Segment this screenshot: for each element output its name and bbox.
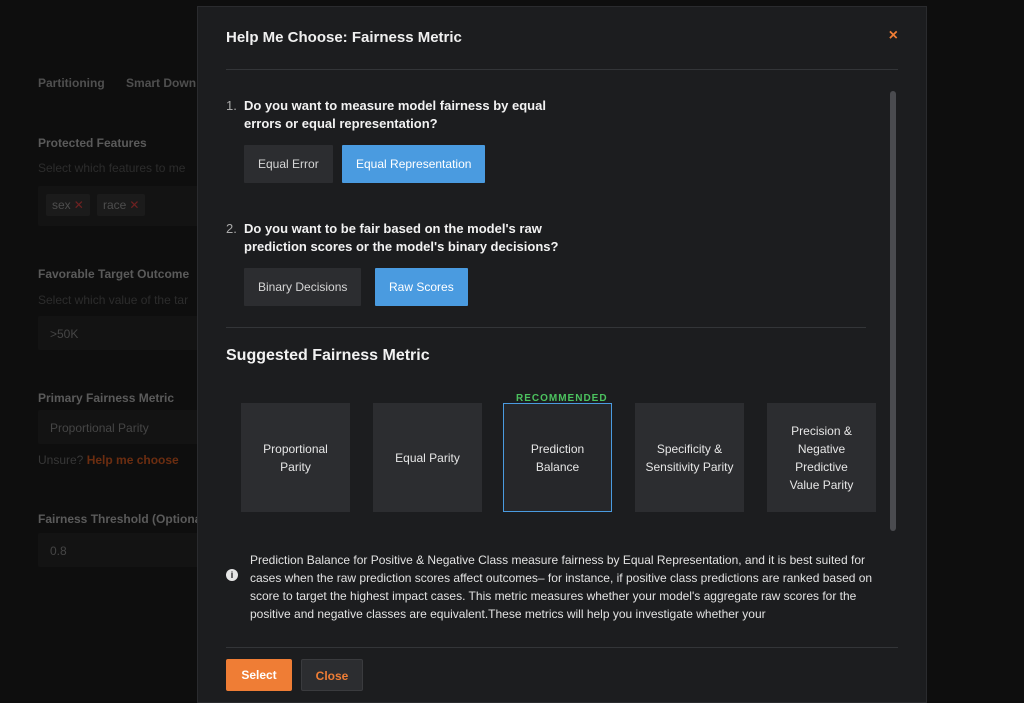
metric-description: Prediction Balance for Positive & Negati… [250,553,873,621]
modal-footer-divider [226,647,898,648]
modal-content[interactable]: 1. Do you want to measure model fairness… [226,69,876,629]
close-button[interactable]: Close [301,659,363,691]
question-1-text: Do you want to measure model fairness by… [244,98,546,131]
card-label: Proportional Parity [263,441,328,474]
option-binary-decisions[interactable]: Binary Decisions [244,268,362,306]
suggested-metric-title: Suggested Fairness Metric [226,347,430,364]
select-button[interactable]: Select [226,659,292,691]
modal-title: Help Me Choose: Fairness Metric [226,29,462,46]
card-specificity-sensitivity-parity[interactable]: Specificity & Sensitivity Parity [635,403,744,512]
card-equal-parity[interactable]: Equal Parity [373,403,482,512]
option-raw-scores[interactable]: Raw Scores [375,268,468,306]
card-label: Specificity & Sensitivity Parity [645,441,734,474]
card-prediction-balance[interactable]: Prediction Balance [503,403,612,512]
card-label: Equal Parity [395,450,460,465]
option-equal-error[interactable]: Equal Error [244,145,333,183]
card-label: Precision & Negative Predictive Value Pa… [789,423,854,492]
info-icon: i [226,569,238,581]
question-1-number: 1. [226,98,237,113]
section-divider [226,327,866,328]
question-2-number: 2. [226,221,237,236]
modal-header: Help Me Choose: Fairness Metric × [226,7,898,70]
modal-scrollbar[interactable] [890,91,896,531]
close-icon[interactable]: × [889,27,898,45]
option-equal-representation[interactable]: Equal Representation [342,145,486,183]
fairness-metric-modal: Help Me Choose: Fairness Metric × 1. Do … [197,6,927,703]
card-label: Prediction Balance [530,441,585,474]
question-2-text: Do you want to be fair based on the mode… [244,221,559,254]
card-proportional-parity[interactable]: Proportional Parity [241,403,350,512]
card-precision-npv-parity[interactable]: Precision & Negative Predictive Value Pa… [767,403,876,512]
